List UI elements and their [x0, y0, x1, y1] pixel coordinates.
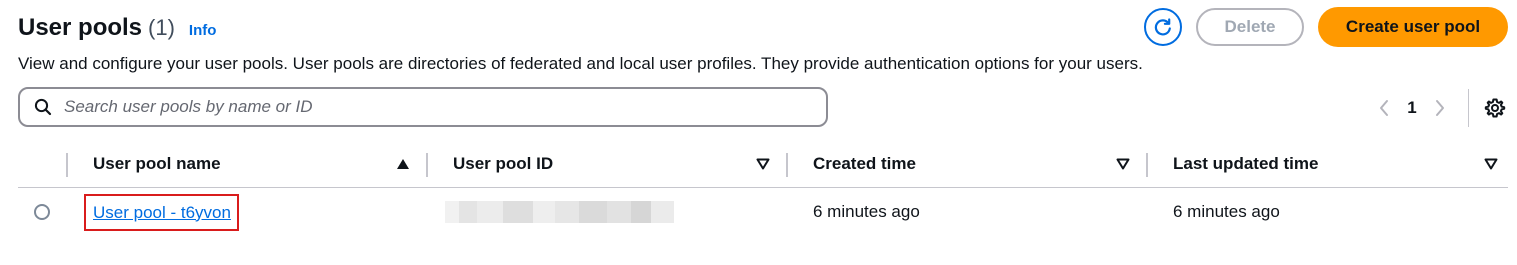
user-pool-link[interactable]: User pool - t6yvon — [93, 203, 231, 223]
table-row[interactable]: User pool - t6yvon 6 minutes ago 6 minut… — [18, 188, 1508, 236]
refresh-button[interactable] — [1144, 8, 1182, 46]
chevron-right-icon — [1436, 100, 1444, 116]
last-updated-time-cell: 6 minutes ago — [1173, 202, 1280, 221]
pool-count: (1) — [148, 15, 175, 40]
user-pools-table: User pool name User pool ID Created time… — [18, 140, 1508, 236]
row-select-radio[interactable] — [34, 188, 50, 236]
column-header-user-pool-id[interactable]: User pool ID — [453, 140, 553, 187]
redacted-user-pool-id — [445, 201, 674, 223]
current-page[interactable]: 1 — [1400, 98, 1424, 118]
column-header-created-time[interactable]: Created time — [813, 140, 916, 187]
highlight-box: User pool - t6yvon — [84, 193, 239, 231]
table-header: User pool name User pool ID Created time… — [18, 140, 1508, 188]
create-user-pool-button[interactable]: Create user pool — [1318, 7, 1508, 47]
page-header: User pools (1) Info — [18, 10, 216, 46]
header-actions: Delete Create user pool — [1144, 7, 1508, 47]
preferences-button[interactable] — [1483, 97, 1507, 119]
created-time-cell: 6 minutes ago — [813, 202, 920, 221]
pagination: 1 — [1368, 89, 1507, 127]
page-title: User pools — [18, 14, 143, 41]
search-bar[interactable] — [18, 87, 828, 127]
chevron-left-icon — [1380, 100, 1388, 116]
column-divider — [66, 153, 68, 177]
sort-icon[interactable] — [1116, 157, 1130, 171]
sort-icon[interactable] — [1484, 157, 1498, 171]
sort-icon[interactable] — [756, 157, 770, 171]
user-pool-name-cell: User pool - t6yvon — [84, 188, 239, 236]
search-input[interactable] — [62, 96, 806, 118]
column-divider[interactable] — [786, 153, 788, 177]
column-header-last-updated-time[interactable]: Last updated time — [1173, 140, 1318, 187]
previous-page-button[interactable] — [1368, 99, 1400, 117]
search-icon — [34, 98, 52, 116]
sort-ascending-icon[interactable] — [396, 157, 410, 171]
refresh-icon — [1154, 18, 1171, 36]
page-description: View and configure your user pools. User… — [18, 54, 1143, 73]
column-divider[interactable] — [1146, 153, 1148, 177]
column-divider[interactable] — [426, 153, 428, 177]
pagination-divider — [1468, 89, 1469, 127]
next-page-button[interactable] — [1424, 99, 1456, 117]
user-pool-id-cell — [445, 188, 674, 236]
delete-button[interactable]: Delete — [1196, 8, 1304, 46]
info-link[interactable]: Info — [189, 22, 217, 39]
gear-icon — [1484, 98, 1506, 118]
radio-button[interactable] — [34, 204, 50, 220]
column-header-user-pool-name[interactable]: User pool name — [93, 140, 221, 187]
